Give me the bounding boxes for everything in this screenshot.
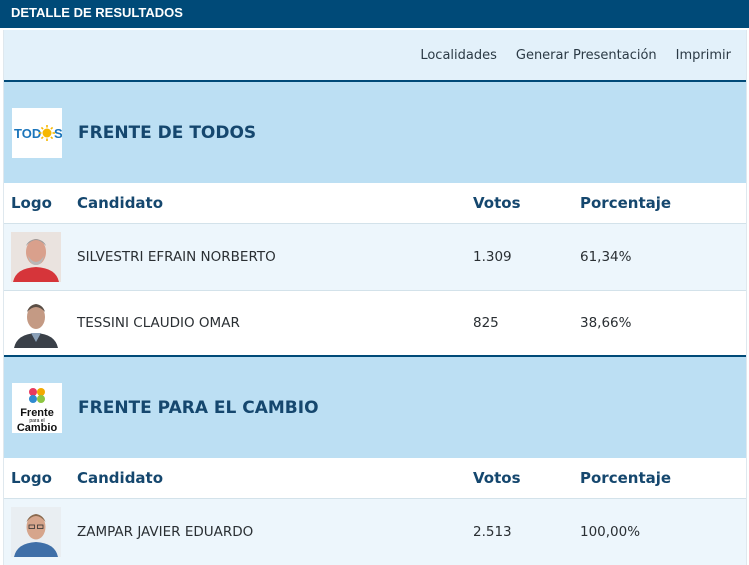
party-header: Frente para el Cambio FRENTE PARA EL CAM…: [4, 357, 746, 458]
table-header: Logo Candidato Votos Porcentaje: [4, 458, 746, 498]
party-name: FRENTE DE TODOS: [78, 122, 257, 143]
table-row: SILVESTRI EFRAIN NORBERTO 1.309 61,34%: [4, 223, 746, 290]
localidades-link[interactable]: Localidades: [420, 48, 497, 63]
party-name: FRENTE PARA EL CAMBIO: [78, 397, 319, 418]
candidate-name: TESSINI CLAUDIO OMAR: [77, 315, 240, 331]
panel-title: DETALLE DE RESULTADOS: [0, 0, 749, 30]
col-candidato: Candidato: [77, 469, 164, 487]
generar-presentacion-link[interactable]: Generar Presentación: [516, 48, 657, 63]
candidate-photo: [11, 298, 61, 348]
party-logo-text-3: Cambio: [17, 422, 58, 433]
candidate-percentage: 61,34%: [580, 249, 632, 265]
table-row: TESSINI CLAUDIO OMAR 825 38,66%: [4, 290, 746, 357]
table-row: ZAMPAR JAVIER EDUARDO 2.513 100,00%: [4, 498, 746, 565]
party-logo-text-2: S: [54, 126, 62, 141]
imprimir-link[interactable]: Imprimir: [676, 48, 731, 63]
candidate-photo: [11, 507, 61, 557]
candidate-name: ZAMPAR JAVIER EDUARDO: [77, 524, 254, 540]
party-header: TOD S FRENTE DE TODOS: [4, 82, 746, 183]
col-votos: Votos: [473, 194, 521, 212]
table-header: Logo Candidato Votos Porcentaje: [4, 183, 746, 223]
results-content: Localidades Generar Presentación Imprimi…: [3, 30, 747, 565]
candidate-name: SILVESTRI EFRAIN NORBERTO: [77, 249, 276, 265]
party-logo-todos: TOD S: [12, 107, 62, 158]
candidate-percentage: 100,00%: [580, 524, 641, 540]
col-votos: Votos: [473, 469, 521, 487]
candidate-percentage: 38,66%: [580, 315, 632, 331]
col-porcentaje: Porcentaje: [580, 194, 672, 212]
candidate-votes: 825: [473, 315, 499, 331]
col-logo: Logo: [11, 469, 52, 487]
party-logo-text: TOD: [14, 126, 41, 141]
col-logo: Logo: [11, 194, 52, 212]
candidate-votes: 2.513: [473, 524, 512, 540]
results-panel: DETALLE DE RESULTADOS Localidades Genera…: [0, 0, 749, 565]
col-candidato: Candidato: [77, 194, 164, 212]
party-logo-cambio: Frente para el Cambio: [12, 382, 62, 433]
toolbar: Localidades Generar Presentación Imprimi…: [4, 30, 746, 82]
candidate-votes: 1.309: [473, 249, 512, 265]
col-porcentaje: Porcentaje: [580, 469, 672, 487]
candidate-photo: [11, 232, 61, 282]
